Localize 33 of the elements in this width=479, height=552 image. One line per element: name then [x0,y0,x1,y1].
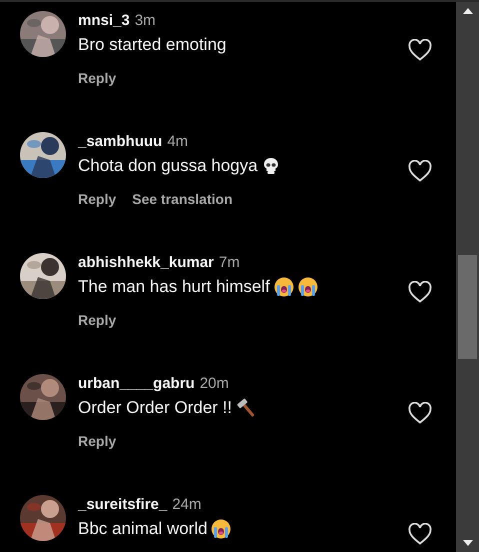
heart-icon[interactable] [408,402,432,424]
comment-text: Bro started emoting [78,35,226,55]
skull-icon [262,157,280,175]
heart-icon[interactable] [408,281,432,303]
scroll-down-icon[interactable] [462,540,472,546]
scroll-up-icon[interactable] [462,8,472,14]
username[interactable]: urban____gabru [78,375,195,392]
reply-button[interactable]: Reply [78,70,116,86]
crying-face-icon [298,277,318,297]
comment-time: 7m [218,254,240,271]
heart-icon[interactable] [408,39,432,61]
reply-button[interactable]: Reply [78,191,116,207]
comment-time: 4m [167,133,188,150]
comment-text: The man has hurt himself [78,277,270,297]
comment-text: Bbc animal world [78,519,208,539]
scrollbar[interactable] [456,2,479,552]
comment-time: 24m [172,496,202,513]
username[interactable]: _sureitsfire_ [78,496,168,513]
username[interactable]: abhishhekk_kumar [78,254,214,271]
username[interactable]: mnsi_3 [78,12,130,29]
heart-icon[interactable] [408,160,432,182]
comment-text: Chota don gussa hogya [78,156,258,176]
heart-icon[interactable] [408,523,432,545]
comment-time: 20m [200,375,229,392]
comment-text: Order Order Order !! [78,398,232,418]
scroll-thumb[interactable] [458,255,477,359]
reply-button[interactable]: Reply [78,433,116,449]
username[interactable]: _sambhuuu [78,133,162,150]
reply-button[interactable]: Reply [78,312,116,328]
crying-face-icon [274,277,294,297]
comment-time: 3m [134,12,156,29]
crying-face-icon [211,519,232,539]
translation-link[interactable]: See translation [132,191,232,207]
